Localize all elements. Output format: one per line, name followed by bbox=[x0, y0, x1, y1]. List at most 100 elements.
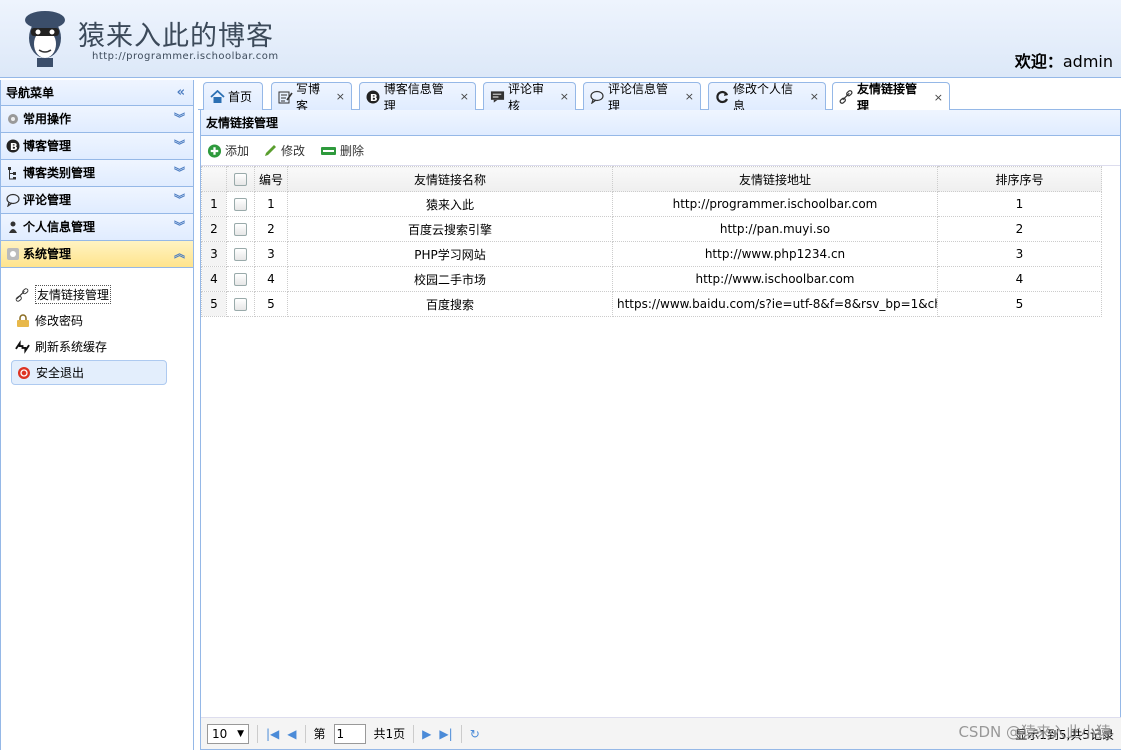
row-number: 4 bbox=[201, 266, 227, 292]
row-number: 2 bbox=[201, 216, 227, 242]
row-checkbox-cell[interactable] bbox=[226, 241, 255, 267]
row-checkbox[interactable] bbox=[234, 198, 247, 211]
column-header[interactable]: 友情链接地址 bbox=[612, 166, 938, 192]
cell-order: 4 bbox=[937, 266, 1102, 292]
page-size-select[interactable]: 10 ▼ bbox=[207, 723, 249, 744]
close-icon[interactable]: × bbox=[934, 91, 943, 104]
cell-id: 4 bbox=[254, 266, 288, 292]
last-page-icon[interactable]: ▶| bbox=[439, 727, 452, 741]
nav-section-profile[interactable]: 个人信息管理 ︾ bbox=[1, 214, 193, 241]
toolbar: 添加 修改 删除 bbox=[201, 136, 1120, 166]
nav-section-common[interactable]: 常用操作 ︾ bbox=[1, 106, 193, 133]
page-number-input[interactable]: 1 bbox=[333, 723, 366, 744]
close-icon[interactable]: × bbox=[810, 90, 819, 103]
main-area: 首页 写博客 × B 博客信息管理 × 评论审核 × 评论信息管理 × 修改个人信息 × … bbox=[198, 80, 1121, 750]
nav-title: 导航菜单 « bbox=[1, 80, 193, 106]
tab-home[interactable]: 首页 bbox=[203, 82, 263, 110]
nav-section-label: 博客管理 bbox=[23, 139, 72, 153]
close-icon[interactable]: × bbox=[685, 90, 694, 103]
sub-item-refresh-cache[interactable]: 刷新系统缓存 bbox=[11, 334, 167, 359]
sub-item-friend-links[interactable]: 友情链接管理 bbox=[11, 282, 167, 307]
delete-button[interactable]: 删除 bbox=[319, 142, 364, 159]
blog-b-icon: B bbox=[366, 89, 381, 104]
user-icon bbox=[5, 220, 20, 235]
dropdown-arrow-icon: ▼ bbox=[237, 728, 244, 739]
row-checkbox-cell[interactable] bbox=[226, 191, 255, 217]
cell-order: 2 bbox=[937, 216, 1102, 242]
table-row[interactable]: 1 1 猿来入此 http://programmer.ischoolbar.co… bbox=[201, 191, 1102, 217]
nav-section-system[interactable]: 系统管理 ︽ bbox=[1, 241, 193, 268]
sub-item-logout[interactable]: 安全退出 bbox=[11, 360, 167, 385]
cell-id: 3 bbox=[254, 241, 288, 267]
row-number: 5 bbox=[201, 291, 227, 317]
table-row[interactable]: 2 2 百度云搜索引擎 http://pan.muyi.so 2 bbox=[201, 216, 1102, 242]
nav-section-label: 评论管理 bbox=[23, 193, 72, 207]
cell-order: 5 bbox=[937, 291, 1102, 317]
tab-write-blog[interactable]: 写博客 × bbox=[271, 82, 352, 113]
row-checkbox-cell[interactable] bbox=[226, 216, 255, 242]
prev-page-icon[interactable]: ◀ bbox=[287, 727, 296, 741]
panel-title: 友情链接管理 bbox=[201, 110, 1120, 136]
cell-id: 1 bbox=[254, 191, 288, 217]
cell-name: PHP学习网站 bbox=[287, 241, 613, 267]
tab-blog-info[interactable]: B 博客信息管理 × bbox=[359, 82, 476, 113]
row-number: 3 bbox=[201, 241, 227, 267]
sub-item-change-password[interactable]: 修改密码 bbox=[11, 308, 167, 333]
page-total: 共1页 bbox=[373, 727, 406, 741]
link-icon bbox=[15, 287, 30, 302]
row-checkbox[interactable] bbox=[234, 298, 247, 311]
column-header[interactable]: 友情链接名称 bbox=[287, 166, 613, 192]
cell-order: 1 bbox=[937, 191, 1102, 217]
table-row[interactable]: 4 4 校园二手市场 http://www.ischoolbar.com 4 bbox=[201, 266, 1102, 292]
row-checkbox[interactable] bbox=[234, 273, 247, 286]
tab-label: 博客信息管理 bbox=[383, 81, 444, 113]
collapse-left-icon[interactable]: « bbox=[177, 80, 185, 106]
edit-button[interactable]: 修改 bbox=[263, 142, 305, 159]
write-icon bbox=[278, 89, 293, 104]
row-checkbox[interactable] bbox=[234, 248, 247, 261]
cell-url: http://programmer.ischoolbar.com bbox=[612, 191, 938, 217]
next-page-icon[interactable]: ▶ bbox=[422, 727, 431, 741]
nav-section-category[interactable]: 博客类别管理 ︾ bbox=[1, 160, 193, 187]
close-icon[interactable]: × bbox=[460, 90, 469, 103]
svg-text:B: B bbox=[370, 93, 378, 104]
cell-name: 百度搜索 bbox=[287, 291, 613, 317]
tab-comment-review[interactable]: 评论审核 × bbox=[483, 82, 576, 113]
sub-item-label: 友情链接管理 bbox=[35, 285, 112, 304]
row-checkbox[interactable] bbox=[234, 223, 247, 236]
header: 猿来入此的博客 http://programmer.ischoolbar.com… bbox=[0, 0, 1121, 78]
column-header[interactable]: 排序序号 bbox=[937, 166, 1102, 192]
pencil-icon bbox=[263, 143, 278, 158]
comment-icon bbox=[590, 89, 605, 104]
home-icon bbox=[210, 89, 225, 104]
nav-title-label: 导航菜单 bbox=[6, 86, 55, 100]
svg-text:B: B bbox=[10, 142, 18, 153]
table-row[interactable]: 5 5 百度搜索 https://www.baidu.com/s?ie=utf-… bbox=[201, 291, 1102, 317]
first-page-icon[interactable]: |◀ bbox=[266, 727, 279, 741]
nav-section-label: 个人信息管理 bbox=[23, 220, 96, 234]
select-all-checkbox[interactable] bbox=[234, 173, 247, 186]
tab-friend-links[interactable]: 友情链接管理 × bbox=[832, 82, 950, 113]
system-submenu: 友情链接管理 修改密码 刷新系统缓存 安全退出 bbox=[1, 268, 193, 385]
welcome-label: 欢迎： bbox=[1014, 52, 1063, 71]
nav-section-comment[interactable]: 评论管理 ︾ bbox=[1, 187, 193, 214]
add-label: 添加 bbox=[225, 144, 250, 158]
row-checkbox-cell[interactable] bbox=[226, 291, 255, 317]
tab-label: 写博客 bbox=[296, 81, 321, 113]
add-button[interactable]: 添加 bbox=[207, 142, 249, 159]
table-row[interactable]: 3 3 PHP学习网站 http://www.php1234.cn 3 bbox=[201, 241, 1102, 267]
reload-icon[interactable]: ↻ bbox=[470, 727, 480, 741]
column-header[interactable]: 编号 bbox=[254, 166, 288, 192]
row-checkbox-cell[interactable] bbox=[226, 266, 255, 292]
close-icon[interactable]: × bbox=[560, 90, 569, 103]
system-icon bbox=[5, 247, 20, 262]
close-icon[interactable]: × bbox=[336, 90, 345, 103]
cell-id: 5 bbox=[254, 291, 288, 317]
tab-edit-profile[interactable]: 修改个人信息 × bbox=[708, 82, 826, 113]
friend-links-panel: 友情链接管理 添加 修改 删除 编号 友情链接名称 友情链接地址 排序序号 1 … bbox=[200, 110, 1121, 750]
chevron-down-icon: ︾ bbox=[174, 220, 185, 233]
tab-comment-info[interactable]: 评论信息管理 × bbox=[583, 82, 701, 113]
select-all-header[interactable] bbox=[226, 166, 255, 192]
separator bbox=[257, 724, 258, 743]
nav-section-blog[interactable]: B 博客管理 ︾ bbox=[1, 133, 193, 160]
